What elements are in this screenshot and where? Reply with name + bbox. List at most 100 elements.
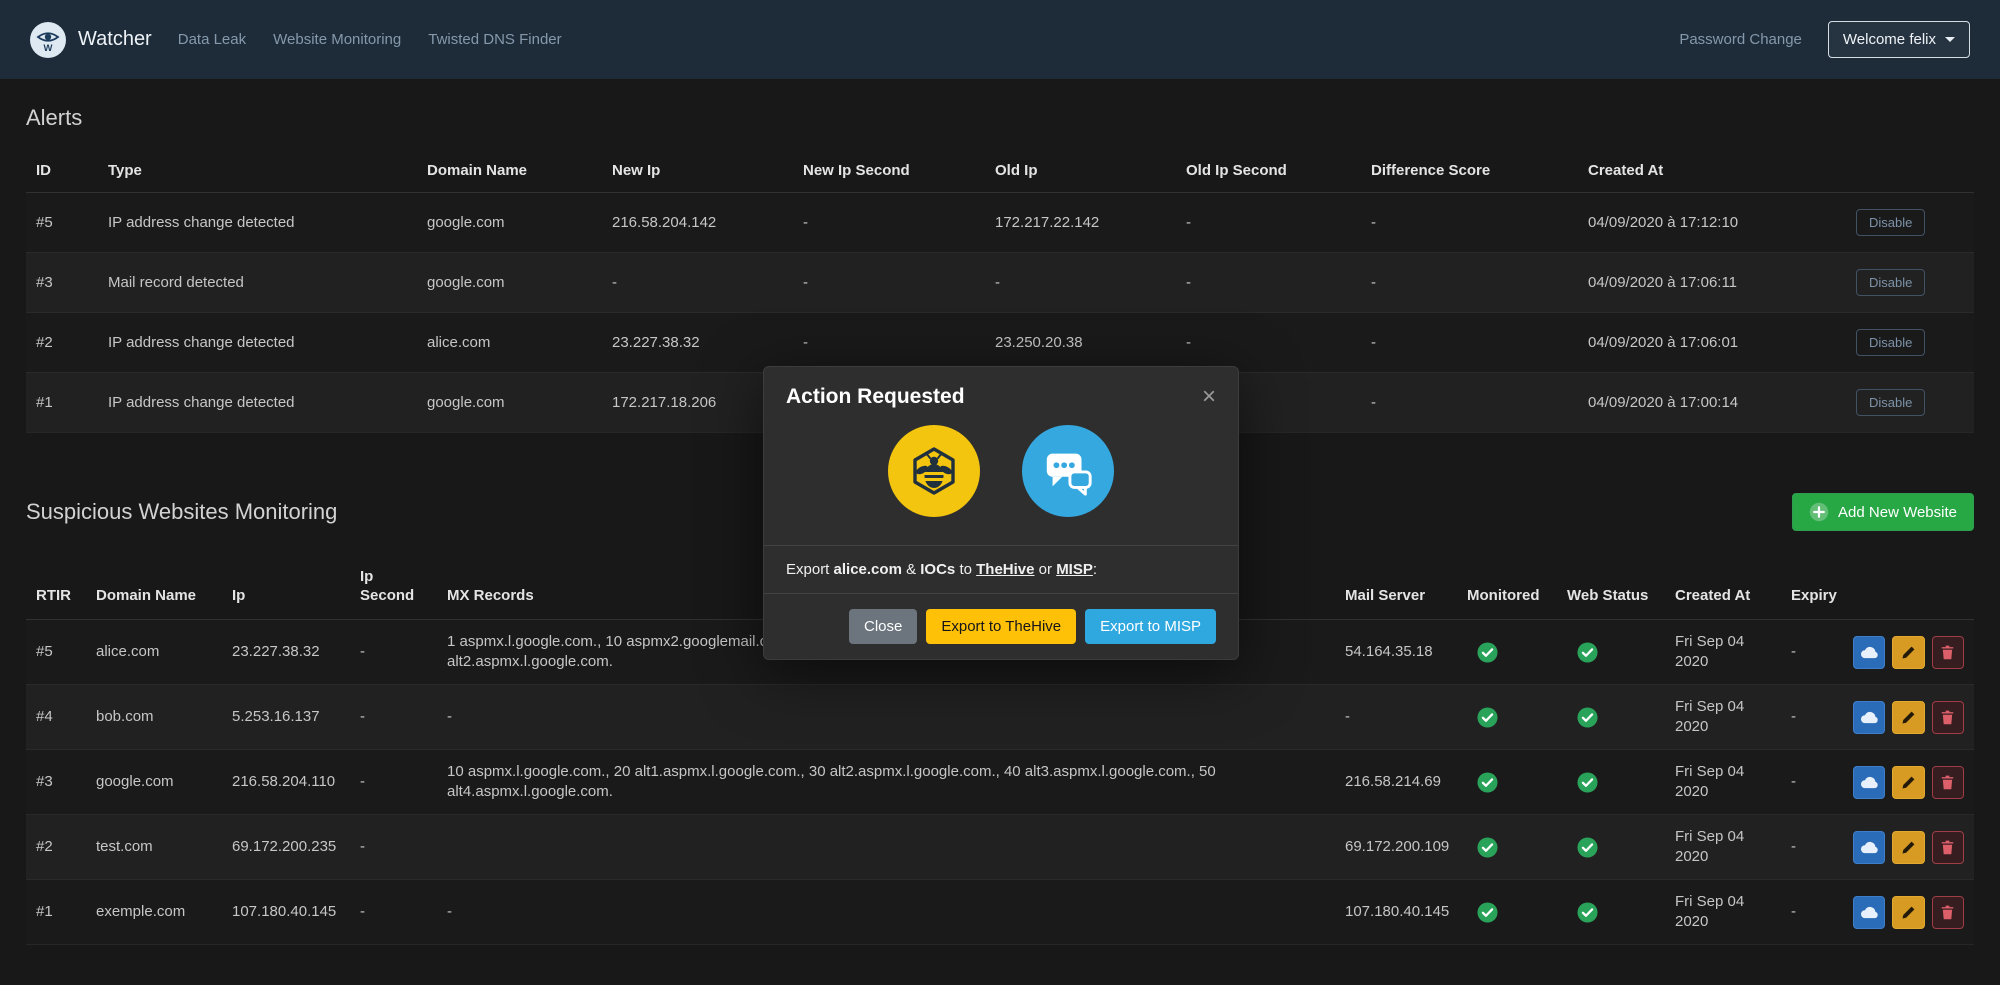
edit-button[interactable]: [1892, 831, 1924, 864]
alert-new-ip-second: -: [793, 193, 985, 253]
website-rtir: #4: [26, 685, 86, 750]
svg-text:W: W: [44, 43, 53, 53]
export-button[interactable]: [1853, 701, 1885, 734]
alert-domain: google.com: [417, 253, 602, 313]
alert-new-ip: 216.58.204.142: [602, 193, 793, 253]
disable-button[interactable]: Disable: [1856, 329, 1925, 356]
nav-data-leak[interactable]: Data Leak: [178, 31, 246, 48]
main-nav: Data Leak Website Monitoring Twisted DNS…: [178, 31, 562, 48]
alert-domain: google.com: [417, 193, 602, 253]
delete-button[interactable]: [1932, 831, 1964, 864]
alert-old-ip: 23.250.20.38: [985, 313, 1176, 373]
website-created-at: Fri Sep 04 2020: [1665, 685, 1781, 750]
modal-export-targets: [764, 413, 1238, 545]
alert-old-ip-second: -: [1176, 193, 1361, 253]
alert-id: #2: [26, 313, 98, 373]
delete-button[interactable]: [1932, 636, 1964, 669]
website-ip-second: -: [350, 750, 437, 815]
alerts-title: Alerts: [26, 105, 1974, 131]
website-web-status: [1557, 880, 1665, 945]
alert-difference-score: -: [1361, 373, 1578, 433]
export-to-thehive-button[interactable]: Export to TheHive: [926, 609, 1076, 644]
col-web-status: Web Status: [1557, 547, 1665, 620]
col-domain-name: Domain Name: [417, 149, 602, 193]
cloud-icon: [1860, 840, 1879, 854]
export-button[interactable]: [1853, 831, 1885, 864]
action-requested-modal: Action Requested ×: [763, 366, 1239, 660]
website-mx-records: -: [437, 685, 1335, 750]
add-new-website-label: Add New Website: [1838, 504, 1957, 521]
website-expiry: -: [1781, 815, 1843, 880]
trash-icon: [1941, 905, 1954, 920]
col-ip: Ip: [222, 547, 350, 620]
nav-website-monitoring[interactable]: Website Monitoring: [273, 31, 401, 48]
export-to-misp-button[interactable]: Export to MISP: [1085, 609, 1216, 644]
alert-row: #3 Mail record detected google.com - - -…: [26, 253, 1974, 313]
delete-button[interactable]: [1932, 896, 1964, 929]
disable-button[interactable]: Disable: [1856, 389, 1925, 416]
app-brand[interactable]: W Watcher: [30, 22, 152, 58]
cloud-icon: [1860, 775, 1879, 789]
web-status-check-icon: [1577, 902, 1598, 923]
alert-new-ip-second: -: [793, 253, 985, 313]
alert-created-at: 04/09/2020 à 17:06:01: [1578, 313, 1846, 373]
add-new-website-button[interactable]: Add New Website: [1792, 493, 1974, 531]
alert-actions: Disable: [1846, 193, 1974, 253]
export-or: or: [1039, 561, 1052, 578]
website-mail-server: 69.172.200.109: [1335, 815, 1457, 880]
export-button[interactable]: [1853, 766, 1885, 799]
cloud-icon: [1860, 710, 1879, 724]
col-actions: [1846, 149, 1974, 193]
alert-difference-score: -: [1361, 193, 1578, 253]
modal-footer: Close Export to TheHive Export to MISP: [764, 594, 1238, 659]
website-web-status: [1557, 685, 1665, 750]
monitored-check-icon: [1477, 707, 1498, 728]
disable-button[interactable]: Disable: [1856, 209, 1925, 236]
plus-circle-icon: [1809, 502, 1829, 522]
monitoring-title: Suspicious Websites Monitoring: [26, 499, 337, 525]
edit-button[interactable]: [1892, 701, 1924, 734]
alert-type: IP address change detected: [98, 313, 417, 373]
website-actions: [1843, 750, 1974, 815]
navbar-right: Password Change Welcome felix: [1679, 21, 1970, 58]
disable-button[interactable]: Disable: [1856, 269, 1925, 296]
misp-link[interactable]: MISP: [1056, 561, 1093, 578]
delete-button[interactable]: [1932, 701, 1964, 734]
export-button[interactable]: [1853, 896, 1885, 929]
close-icon[interactable]: ×: [1202, 385, 1216, 409]
export-amp: &: [906, 561, 916, 578]
user-menu-button[interactable]: Welcome felix: [1828, 21, 1970, 58]
cloud-icon: [1860, 905, 1879, 919]
website-expiry: -: [1781, 685, 1843, 750]
password-change-link[interactable]: Password Change: [1679, 31, 1802, 48]
website-domain: alice.com: [86, 620, 222, 685]
website-ip-second: -: [350, 620, 437, 685]
thehive-link[interactable]: TheHive: [976, 561, 1034, 578]
monitored-check-icon: [1477, 837, 1498, 858]
website-actions: [1843, 685, 1974, 750]
edit-button[interactable]: [1892, 636, 1924, 669]
col-created-at: Created At: [1578, 149, 1846, 193]
website-ip: 216.58.204.110: [222, 750, 350, 815]
pencil-icon: [1901, 710, 1916, 725]
user-menu-label: Welcome felix: [1843, 31, 1936, 48]
monitored-check-icon: [1477, 772, 1498, 793]
edit-button[interactable]: [1892, 896, 1924, 929]
website-mx-records: [437, 815, 1335, 880]
export-button[interactable]: [1853, 636, 1885, 669]
web-status-check-icon: [1577, 772, 1598, 793]
website-mail-server: 107.180.40.145: [1335, 880, 1457, 945]
alert-domain: alice.com: [417, 313, 602, 373]
export-domain: alice.com: [834, 561, 902, 578]
delete-button[interactable]: [1932, 766, 1964, 799]
website-monitored: [1457, 750, 1557, 815]
modal-close-button[interactable]: Close: [849, 609, 917, 644]
misp-chat-icon: [1022, 425, 1114, 517]
col-old-ip: Old Ip: [985, 149, 1176, 193]
export-colon: :: [1093, 561, 1097, 578]
cloud-icon: [1860, 645, 1879, 659]
edit-button[interactable]: [1892, 766, 1924, 799]
nav-twisted-dns-finder[interactable]: Twisted DNS Finder: [428, 31, 561, 48]
website-ip: 69.172.200.235: [222, 815, 350, 880]
caret-down-icon: [1945, 37, 1955, 42]
